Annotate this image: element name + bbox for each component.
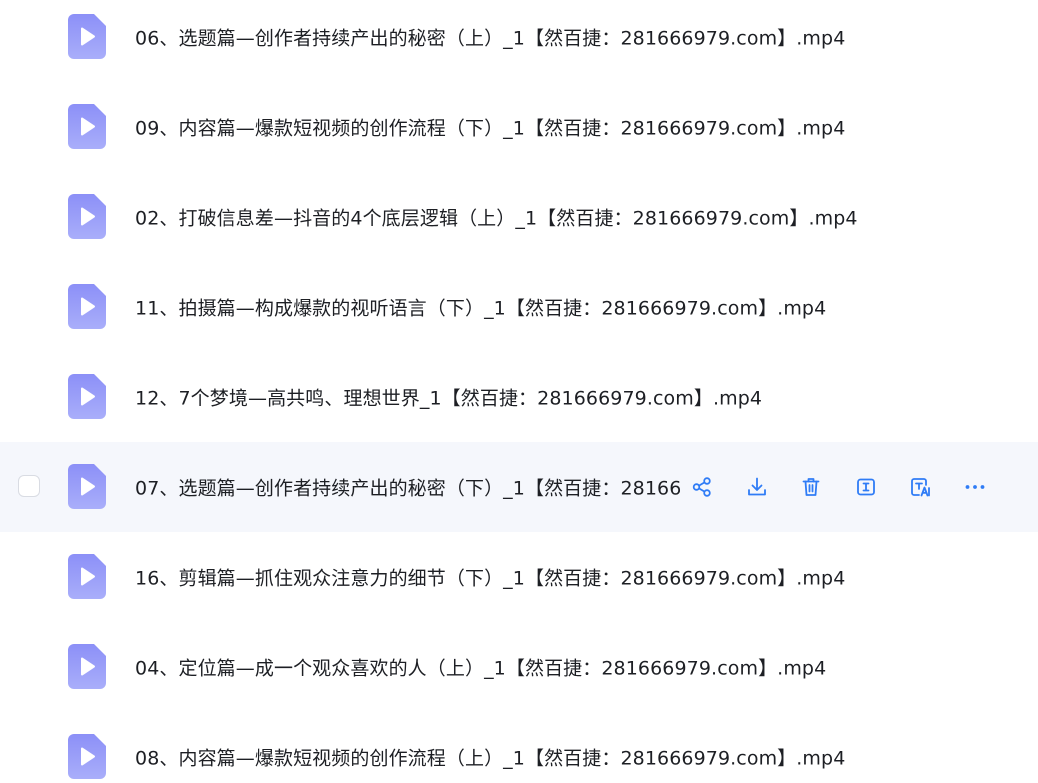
video-file-icon: [68, 464, 106, 509]
video-file-icon: [68, 644, 106, 689]
text-recognition-icon[interactable]: [906, 473, 934, 501]
video-file-icon: [68, 284, 106, 329]
file-name[interactable]: 12、7个梦境—高共鸣、理想世界_1【然百捷：281666979.com】.mp…: [135, 384, 762, 411]
delete-icon[interactable]: [797, 473, 825, 501]
file-row[interactable]: 02、打破信息差—抖音的4个底层逻辑（上）_1【然百捷：281666979.co…: [0, 172, 1038, 262]
file-name[interactable]: 08、内容篇—爆款短视频的创作流程（上）_1【然百捷：281666979.com…: [135, 744, 845, 771]
download-icon[interactable]: [743, 473, 771, 501]
file-name[interactable]: 04、定位篇—成一个观众喜欢的人（上）_1【然百捷：281666979.com】…: [135, 654, 826, 681]
rename-icon[interactable]: [852, 473, 880, 501]
file-row[interactable]: 04、定位篇—成一个观众喜欢的人（上）_1【然百捷：281666979.com】…: [0, 622, 1038, 712]
file-name[interactable]: 02、打破信息差—抖音的4个底层逻辑（上）_1【然百捷：281666979.co…: [135, 204, 858, 231]
file-list: 06、选题篇—创作者持续产出的秘密（上）_1【然百捷：281666979.com…: [0, 0, 1038, 783]
file-name[interactable]: 07、选题篇—创作者持续产出的秘密（下）_1【然百捷：281666979.com…: [135, 474, 680, 501]
video-file-icon: [68, 734, 106, 779]
file-name[interactable]: 11、拍摄篇—构成爆款的视听语言（下）_1【然百捷：281666979.com】…: [135, 294, 826, 321]
video-file-icon: [68, 194, 106, 239]
file-row[interactable]: 11、拍摄篇—构成爆款的视听语言（下）_1【然百捷：281666979.com】…: [0, 262, 1038, 352]
video-file-icon: [68, 374, 106, 419]
file-name[interactable]: 16、剪辑篇—抓住观众注意力的细节（下）_1【然百捷：281666979.com…: [135, 564, 845, 591]
file-row[interactable]: 08、内容篇—爆款短视频的创作流程（上）_1【然百捷：281666979.com…: [0, 712, 1038, 783]
file-name[interactable]: 06、选题篇—创作者持续产出的秘密（上）_1【然百捷：281666979.com…: [135, 24, 845, 51]
video-file-icon: [68, 14, 106, 59]
row-checkbox[interactable]: [18, 475, 40, 497]
file-row[interactable]: 12、7个梦境—高共鸣、理想世界_1【然百捷：281666979.com】.mp…: [0, 352, 1038, 442]
file-row[interactable]: 09、内容篇—爆款短视频的创作流程（下）_1【然百捷：281666979.com…: [0, 82, 1038, 172]
video-file-icon: [68, 104, 106, 149]
video-file-icon: [68, 554, 106, 599]
row-actions: [688, 473, 989, 501]
file-row[interactable]: 06、选题篇—创作者持续产出的秘密（上）_1【然百捷：281666979.com…: [0, 0, 1038, 82]
file-name[interactable]: 09、内容篇—爆款短视频的创作流程（下）_1【然百捷：281666979.com…: [135, 114, 845, 141]
file-row[interactable]: 16、剪辑篇—抓住观众注意力的细节（下）_1【然百捷：281666979.com…: [0, 532, 1038, 622]
file-row-hovered[interactable]: 07、选题篇—创作者持续产出的秘密（下）_1【然百捷：281666979.com…: [0, 442, 1038, 532]
share-icon[interactable]: [688, 473, 716, 501]
more-icon[interactable]: [961, 473, 989, 501]
